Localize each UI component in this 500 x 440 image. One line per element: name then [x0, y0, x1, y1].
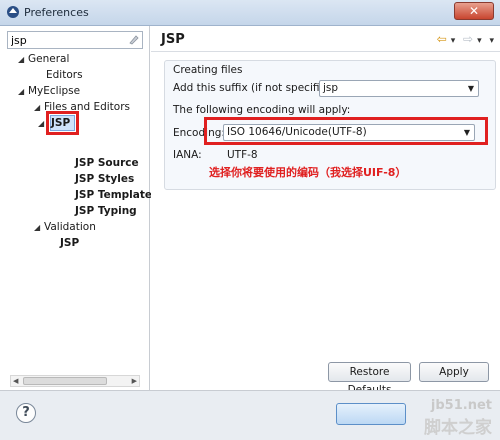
encoding-highlight-box [204, 117, 488, 145]
annotation-text: 选择你将要使用的编码（我选择UIF-8） [209, 166, 407, 179]
window-title: Preferences [24, 6, 89, 19]
forward-arrow-icon[interactable]: ⇨ [463, 32, 473, 46]
help-icon[interactable]: ? [16, 403, 36, 423]
back-history-icon[interactable]: ▾ [451, 36, 456, 46]
horizontal-scrollbar[interactable]: ◀ ▶ [10, 375, 140, 387]
expanded-arrow-icon[interactable]: ◢ [34, 100, 44, 116]
clear-filter-icon[interactable] [128, 34, 139, 45]
page-title: JSP [161, 32, 185, 47]
tree-item-validation-jsp[interactable]: JSP [60, 235, 79, 251]
dropdown-arrow-icon[interactable]: ▼ [468, 81, 474, 96]
view-menu-icon[interactable]: ▾ [489, 36, 494, 46]
apply-button[interactable]: Apply [419, 362, 489, 382]
encoding-intro-label: The following encoding will apply: [173, 104, 351, 116]
tree-item-jsp-typing[interactable]: JSP Typing [75, 203, 137, 219]
restore-defaults-button[interactable]: Restore Defaults [328, 362, 411, 396]
scroll-right-icon[interactable]: ▶ [132, 376, 137, 386]
watermark: jb51.net 脚本之家 [424, 398, 492, 438]
expanded-arrow-icon[interactable]: ◢ [18, 52, 28, 68]
title-bar: Preferences ✕ [0, 0, 500, 26]
close-button[interactable]: ✕ [454, 2, 494, 20]
iana-label: IANA: [173, 149, 202, 161]
expanded-arrow-icon[interactable]: ◢ [34, 220, 44, 236]
suffix-label: Add this suffix (if not specified): [173, 82, 341, 94]
filter-field[interactable] [7, 31, 143, 49]
tree-item-jsp[interactable]: ◢ JSP [38, 115, 70, 131]
preference-page: JSP ⇦ ▾ ⇨ ▾ ▾ Creating files Add this suff… [151, 26, 500, 396]
group-label: Creating files [173, 64, 243, 76]
tree-item-myeclipse[interactable]: ◢ MyEclipse [18, 83, 80, 99]
expanded-arrow-icon[interactable]: ◢ [18, 84, 28, 100]
tree-item-jsp-styles[interactable]: JSP Styles [75, 171, 134, 187]
ok-button[interactable] [336, 403, 406, 425]
suffix-dropdown[interactable]: jsp ▼ [319, 80, 479, 97]
filter-input[interactable] [8, 32, 122, 48]
preferences-tree-pane: ◢General Editors ◢MyEclipse ◢Files and E… [0, 26, 156, 390]
expanded-arrow-icon[interactable]: ◢ [38, 116, 48, 132]
iana-value: UTF-8 [227, 149, 258, 161]
scroll-left-icon[interactable]: ◀ [13, 376, 18, 386]
watermark-text: 脚本之家 [424, 418, 492, 438]
page-header: JSP ⇦ ▾ ⇨ ▾ ▾ [151, 26, 500, 52]
navigation-icons: ⇦ ▾ ⇨ ▾ ▾ [433, 32, 494, 46]
back-arrow-icon[interactable]: ⇦ [437, 32, 447, 46]
tree-item-editors[interactable]: Editors [46, 67, 83, 83]
tree-item-jsp-templates[interactable]: JSP Template: [75, 187, 156, 203]
watermark-url: jb51.net [430, 398, 492, 413]
scrollbar-thumb[interactable] [23, 377, 107, 385]
dialog-button-bar: ? jb51.net 脚本之家 [0, 390, 500, 440]
forward-history-icon[interactable]: ▾ [477, 36, 482, 46]
tree-item-general[interactable]: ◢ General [18, 51, 69, 67]
eclipse-app-icon [7, 6, 19, 18]
tree-item-validation[interactable]: ◢ Validation [34, 219, 96, 235]
tree-item-jsp-source[interactable]: JSP Source [75, 155, 139, 171]
